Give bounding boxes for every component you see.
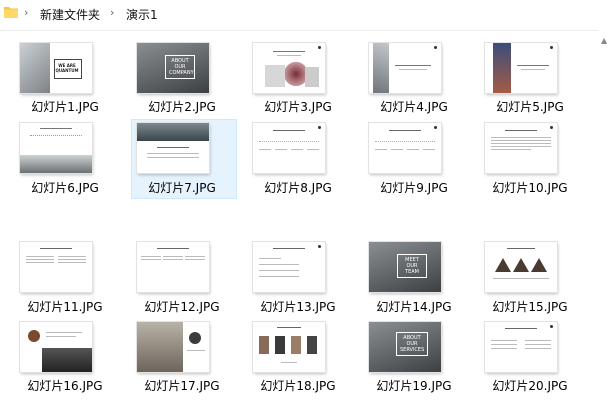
thumbnail-3[interactable] <box>253 43 325 93</box>
thumbnail-15[interactable] <box>485 242 557 292</box>
slide-text: ABOUT OUR COMPANY <box>165 55 195 79</box>
thumbnail-4[interactable] <box>369 43 441 93</box>
thumbnail-14[interactable]: MEET OUR TEAM <box>369 242 441 292</box>
file-name[interactable]: 幻灯片8.JPG <box>243 179 353 196</box>
vertical-scrollbar[interactable]: ▲ <box>598 30 612 410</box>
file-name[interactable]: 幻灯片5.JPG <box>475 98 585 115</box>
thumbnail-13[interactable] <box>253 242 325 292</box>
file-name[interactable]: 幻灯片20.JPG <box>475 377 585 394</box>
breadcrumb-folder[interactable]: 新建文件夹 <box>40 6 100 23</box>
file-name[interactable]: 幻灯片1.JPG <box>10 98 120 115</box>
folder-icon <box>4 7 18 18</box>
file-name[interactable]: 幻灯片18.JPG <box>243 377 353 394</box>
address-bar[interactable]: › 新建文件夹 › 演示1 <box>0 0 612 31</box>
thumbnail-12[interactable] <box>137 242 209 292</box>
thumbnail-6[interactable] <box>20 123 92 173</box>
thumbnail-16[interactable] <box>20 322 92 372</box>
thumbnail-20[interactable] <box>485 322 557 372</box>
chevron-right-icon[interactable]: › <box>24 6 28 19</box>
slide-text: ABOUT OUR SERVICES <box>396 332 428 356</box>
file-name[interactable]: 幻灯片6.JPG <box>10 179 120 196</box>
thumbnail-2[interactable]: ABOUT OUR COMPANY <box>137 43 209 93</box>
file-name[interactable]: 幻灯片12.JPG <box>127 298 237 315</box>
file-name[interactable]: 幻灯片7.JPG <box>127 179 237 196</box>
file-name[interactable]: 幻灯片2.JPG <box>127 98 237 115</box>
slide-text: MEET OUR TEAM <box>397 254 427 278</box>
file-name[interactable]: 幻灯片13.JPG <box>243 298 353 315</box>
chevron-right-icon[interactable]: › <box>110 6 114 19</box>
file-name[interactable]: 幻灯片11.JPG <box>10 298 120 315</box>
file-name[interactable]: 幻灯片15.JPG <box>475 298 585 315</box>
slide-text: WE ARE QUANTUM <box>55 63 79 73</box>
file-name[interactable]: 幻灯片14.JPG <box>359 298 469 315</box>
file-name[interactable]: 幻灯片17.JPG <box>127 377 237 394</box>
thumbnail-9[interactable] <box>369 123 441 173</box>
thumbnail-11[interactable] <box>20 242 92 292</box>
scroll-up-icon[interactable]: ▲ <box>601 36 607 45</box>
file-name[interactable]: 幻灯片9.JPG <box>359 179 469 196</box>
thumbnail-1[interactable]: WE ARE QUANTUM <box>20 43 92 93</box>
file-name[interactable]: 幻灯片16.JPG <box>10 377 120 394</box>
breadcrumb-current[interactable]: 演示1 <box>126 6 158 23</box>
file-name[interactable]: 幻灯片19.JPG <box>359 377 469 394</box>
thumbnail-5[interactable] <box>485 43 557 93</box>
file-name[interactable]: 幻灯片3.JPG <box>243 98 353 115</box>
thumbnail-17[interactable] <box>137 322 209 372</box>
thumbnail-7[interactable] <box>137 123 209 173</box>
thumbnail-18[interactable] <box>253 322 325 372</box>
thumbnail-10[interactable] <box>485 123 557 173</box>
file-name[interactable]: 幻灯片4.JPG <box>359 98 469 115</box>
file-name[interactable]: 幻灯片10.JPG <box>475 179 585 196</box>
thumbnail-19[interactable]: ABOUT OUR SERVICES <box>369 322 441 372</box>
thumbnail-8[interactable] <box>253 123 325 173</box>
